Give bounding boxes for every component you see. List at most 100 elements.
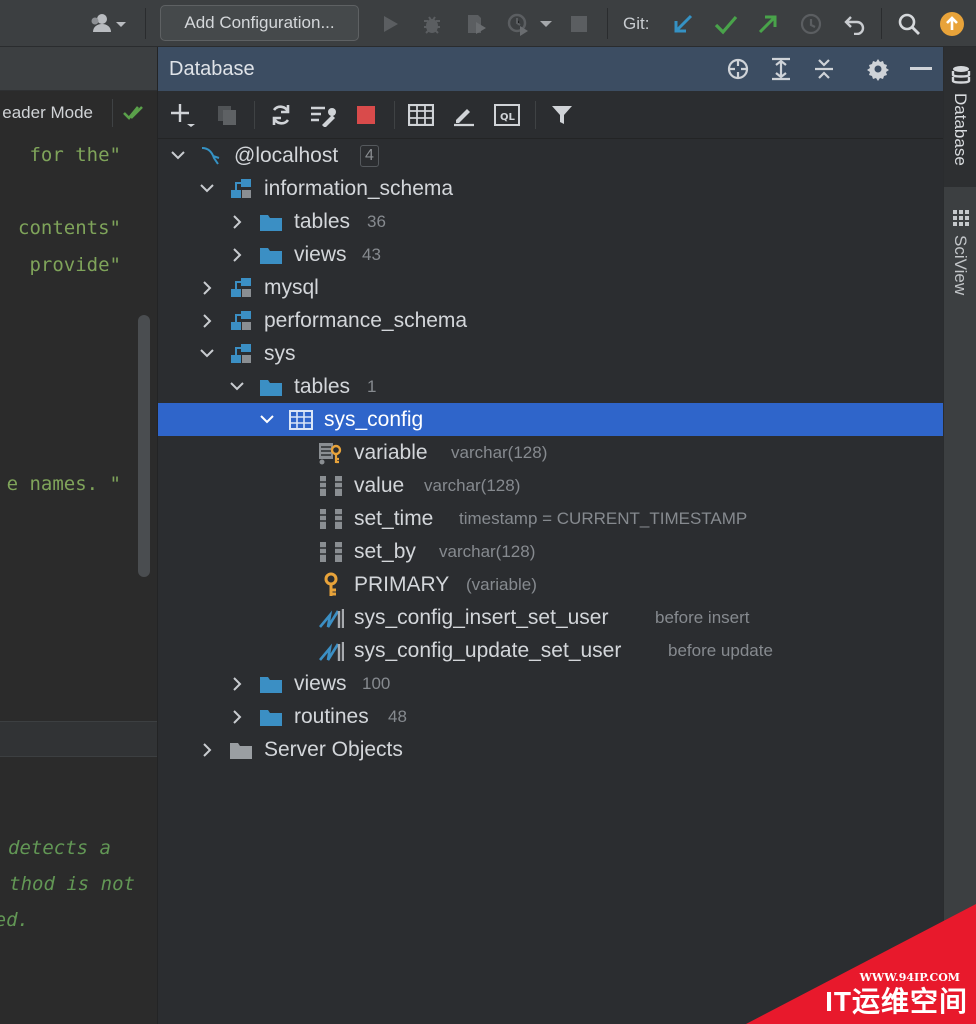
- tree-node-trigger[interactable]: sys_config_update_set_user before update: [158, 634, 944, 667]
- refresh-button[interactable]: [264, 91, 298, 139]
- git-push-button[interactable]: [753, 0, 783, 47]
- key-icon: [318, 572, 344, 597]
- undo-icon: [844, 15, 865, 35]
- run-with-coverage-button[interactable]: [461, 0, 491, 47]
- tree-node-localhost[interactable]: @localhost 4: [158, 139, 944, 172]
- table-grid-icon: [408, 104, 434, 126]
- doc-comment-line: thod is not: [9, 873, 135, 895]
- column-type: varchar(128): [424, 475, 521, 495]
- chevron-right-icon[interactable]: [229, 709, 245, 725]
- stop-button[interactable]: [565, 0, 593, 47]
- tree-node-folder[interactable]: tables 36: [158, 205, 944, 238]
- git-rollback-button[interactable]: [840, 0, 870, 47]
- git-history-button[interactable]: [796, 0, 826, 47]
- trigger-timing: before insert: [655, 607, 750, 627]
- filter-icon: [552, 106, 572, 124]
- filter-button[interactable]: [545, 91, 579, 139]
- main-toolbar: Add Configuration... Git:: [0, 0, 976, 47]
- primary-key-column-icon: [318, 441, 344, 465]
- tree-node-schema[interactable]: performance_schema: [158, 304, 944, 337]
- tree-node-table-selected[interactable]: sys_config: [158, 403, 944, 436]
- expand-all-button[interactable]: [765, 47, 797, 91]
- profile-button[interactable]: [503, 0, 533, 47]
- tree-node-column[interactable]: set_by varchar(128): [158, 535, 944, 568]
- tree-node-label: tables: [294, 374, 351, 398]
- tree-node-label: value: [354, 473, 405, 497]
- crosshair-icon: [727, 58, 749, 80]
- folder-icon: [258, 243, 284, 267]
- tree-node-column[interactable]: set_time timestamp = CURRENT_TIMESTAMP: [158, 502, 944, 535]
- editor-divider-bar: [0, 721, 157, 757]
- debug-button[interactable]: [417, 0, 447, 47]
- clock-icon: [800, 13, 822, 34]
- edit-source-button[interactable]: [447, 91, 481, 139]
- reader-mode-toggle[interactable]: eader Mode: [2, 103, 93, 123]
- datasource-properties-button[interactable]: [306, 91, 340, 139]
- tool-tab-database[interactable]: Database: [944, 47, 976, 187]
- tree-node-schema[interactable]: mysql: [158, 271, 944, 304]
- tree-node-count: 36: [367, 211, 386, 231]
- chevron-down-icon[interactable]: [229, 379, 245, 395]
- inspection-ok-icon: [123, 106, 143, 120]
- chevron-down-icon[interactable]: [199, 346, 215, 362]
- tool-tab-sciview[interactable]: SciView: [944, 199, 976, 309]
- chevron-right-icon[interactable]: [199, 313, 215, 329]
- tree-node-count: 48: [388, 706, 407, 726]
- tree-node-schema[interactable]: sys: [158, 337, 944, 370]
- editor-area[interactable]: eader Mode for the" contents" provide" e…: [0, 47, 157, 1024]
- code-line: contents": [18, 217, 121, 239]
- doc-comment-line: detects a: [8, 837, 111, 859]
- tree-node-folder[interactable]: views 100: [158, 667, 944, 700]
- refresh-icon: [272, 105, 290, 125]
- user-account-button[interactable]: [80, 0, 132, 47]
- new-datasource-button[interactable]: [166, 91, 200, 139]
- tree-node-trigger[interactable]: sys_config_insert_set_user before insert: [158, 601, 944, 634]
- git-commit-button[interactable]: [711, 0, 741, 47]
- search-everywhere-button[interactable]: [893, 0, 925, 47]
- tree-node-folder[interactable]: tables 1: [158, 370, 944, 403]
- debug-icon: [424, 15, 440, 34]
- count-badge: 4: [360, 144, 379, 167]
- editor-scrollbar[interactable]: [138, 315, 150, 577]
- tree-node-count: 1: [367, 376, 377, 396]
- chevron-right-icon[interactable]: [199, 742, 215, 758]
- tool-tab-label: Database: [951, 93, 970, 166]
- stop-icon: [571, 15, 587, 32]
- tree-node-folder[interactable]: routines 48: [158, 700, 944, 733]
- chevron-down-icon[interactable]: [170, 148, 186, 164]
- chevron-right-icon[interactable]: [229, 676, 245, 692]
- table-editor-button[interactable]: [404, 91, 438, 139]
- chevron-down-icon[interactable]: [259, 412, 275, 428]
- chevron-down-icon: [540, 20, 552, 27]
- code-line: provide": [29, 254, 121, 276]
- tree-node-label: sys_config_insert_set_user: [354, 605, 609, 629]
- more-run-options-button[interactable]: [535, 0, 557, 47]
- add-configuration-button[interactable]: Add Configuration...: [160, 5, 359, 41]
- query-console-button[interactable]: QL: [490, 91, 524, 139]
- run-button[interactable]: [376, 0, 406, 47]
- git-update-button[interactable]: [668, 0, 698, 47]
- settings-button[interactable]: [862, 47, 894, 91]
- collapse-all-button[interactable]: [808, 47, 840, 91]
- tool-tab-label: SciView: [951, 235, 970, 296]
- tree-node-column[interactable]: variable varchar(128): [158, 436, 944, 469]
- chevron-right-icon[interactable]: [229, 214, 245, 230]
- tree-node-schema[interactable]: information_schema: [158, 172, 944, 205]
- tree-node-folder[interactable]: views 43: [158, 238, 944, 271]
- locate-button[interactable]: [722, 47, 754, 91]
- column-icon: [318, 540, 344, 564]
- tree-node-key[interactable]: PRIMARY (variable): [158, 568, 944, 601]
- trigger-timing: before update: [668, 640, 773, 660]
- chevron-right-icon[interactable]: [199, 280, 215, 296]
- column-icon: [318, 474, 344, 498]
- chevron-down-icon[interactable]: [199, 181, 215, 197]
- hide-panel-button[interactable]: [905, 47, 937, 91]
- tree-node-column[interactable]: value varchar(128): [158, 469, 944, 502]
- disconnect-button[interactable]: [349, 91, 383, 139]
- duplicate-button[interactable]: [210, 91, 244, 139]
- tree-node-label: set_by: [354, 539, 416, 563]
- ide-update-button[interactable]: [936, 0, 968, 47]
- tree-node-server-objects[interactable]: Server Objects: [158, 733, 944, 766]
- chevron-right-icon[interactable]: [229, 247, 245, 263]
- tree-node-label: information_schema: [264, 176, 454, 200]
